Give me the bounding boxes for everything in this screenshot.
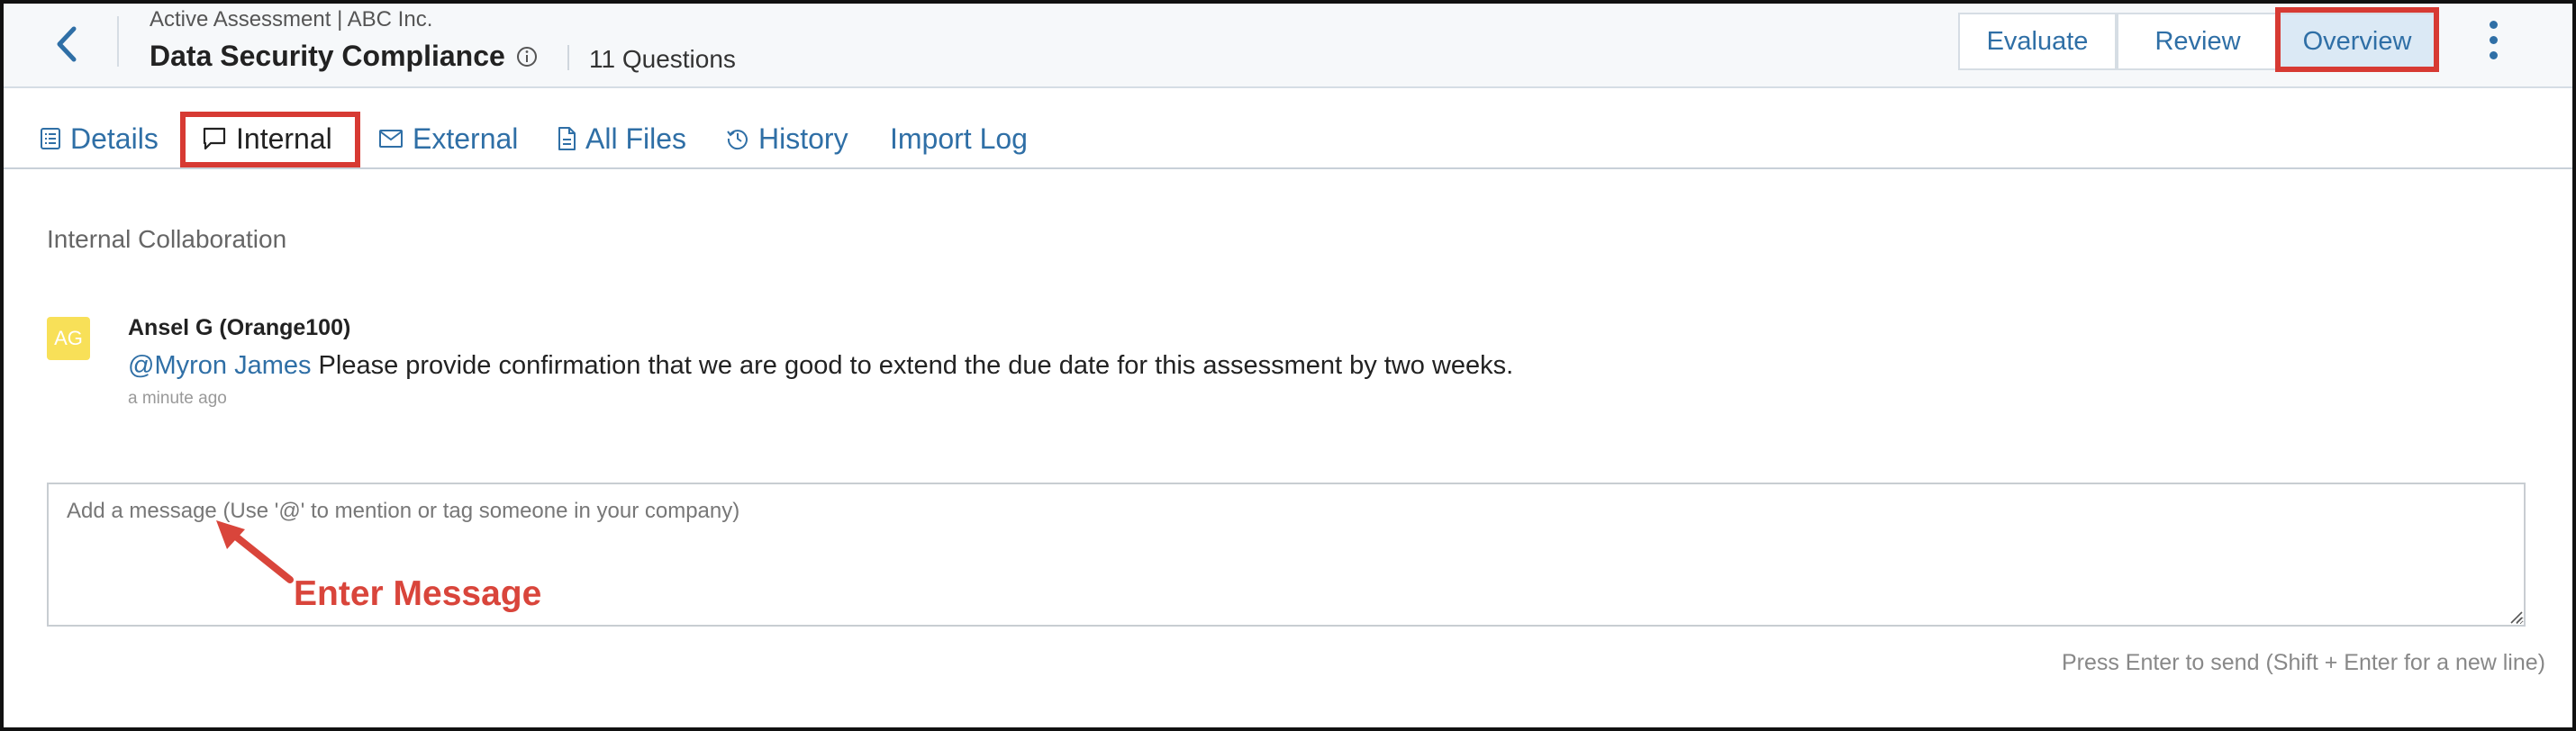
page-title: Data Security Compliance (150, 40, 505, 72)
tab-import-log[interactable]: Import Log (890, 119, 1028, 158)
send-hint: Press Enter to send (Shift + Enter for a… (2061, 650, 2545, 675)
tab-label: Import Log (890, 122, 1028, 155)
comment-author: Ansel G (Orange100) (128, 315, 351, 340)
overview-button[interactable]: Overview (2279, 13, 2435, 70)
back-button[interactable] (50, 22, 86, 67)
tab-internal[interactable]: Internal (202, 119, 332, 158)
tab-label: Internal (236, 122, 332, 155)
tab-all-files[interactable]: All Files (557, 119, 686, 158)
file-icon (558, 127, 576, 150)
tab-label: External (413, 122, 519, 155)
tab-external[interactable]: External (378, 119, 518, 158)
mention-link[interactable]: @Myron James (128, 351, 311, 380)
comment-timestamp: a minute ago (128, 389, 227, 408)
comment-message: @Myron James Please provide confirmation… (128, 351, 1513, 381)
tab-bar: Details Internal External All Files Hist… (4, 88, 2572, 169)
review-button[interactable]: Review (2117, 13, 2279, 70)
list-icon (41, 128, 60, 149)
kebab-dot (2489, 51, 2498, 59)
history-icon (727, 130, 748, 150)
chat-icon (203, 127, 226, 150)
avatar: AG (47, 317, 90, 360)
tab-label: Details (70, 122, 159, 155)
tab-label: All Files (585, 122, 687, 155)
question-count: 11 Questions (589, 45, 736, 73)
tab-details[interactable]: Details (40, 119, 159, 158)
tab-history[interactable]: History (726, 119, 848, 158)
assessment-header: Active Assessment | ABC Inc. Data Securi… (4, 4, 2572, 88)
comment-text: Please provide confirmation that we are … (311, 351, 1514, 380)
header-divider (117, 16, 119, 67)
kebab-dot (2489, 21, 2498, 29)
mail-icon (379, 130, 403, 148)
question-count-divider (567, 45, 569, 70)
tab-label: History (758, 122, 848, 155)
resize-handle-icon[interactable] (2508, 609, 2524, 625)
more-options-button[interactable] (2482, 18, 2504, 68)
annotation-arrow-icon (216, 520, 294, 583)
chevron-left-icon (57, 26, 77, 62)
info-icon[interactable] (515, 45, 539, 68)
breadcrumb: Active Assessment | ABC Inc. (150, 7, 433, 32)
kebab-dot (2489, 36, 2498, 44)
annotation-label: Enter Message (294, 574, 542, 613)
evaluate-button[interactable]: Evaluate (1958, 13, 2117, 70)
section-title: Internal Collaboration (47, 225, 287, 253)
